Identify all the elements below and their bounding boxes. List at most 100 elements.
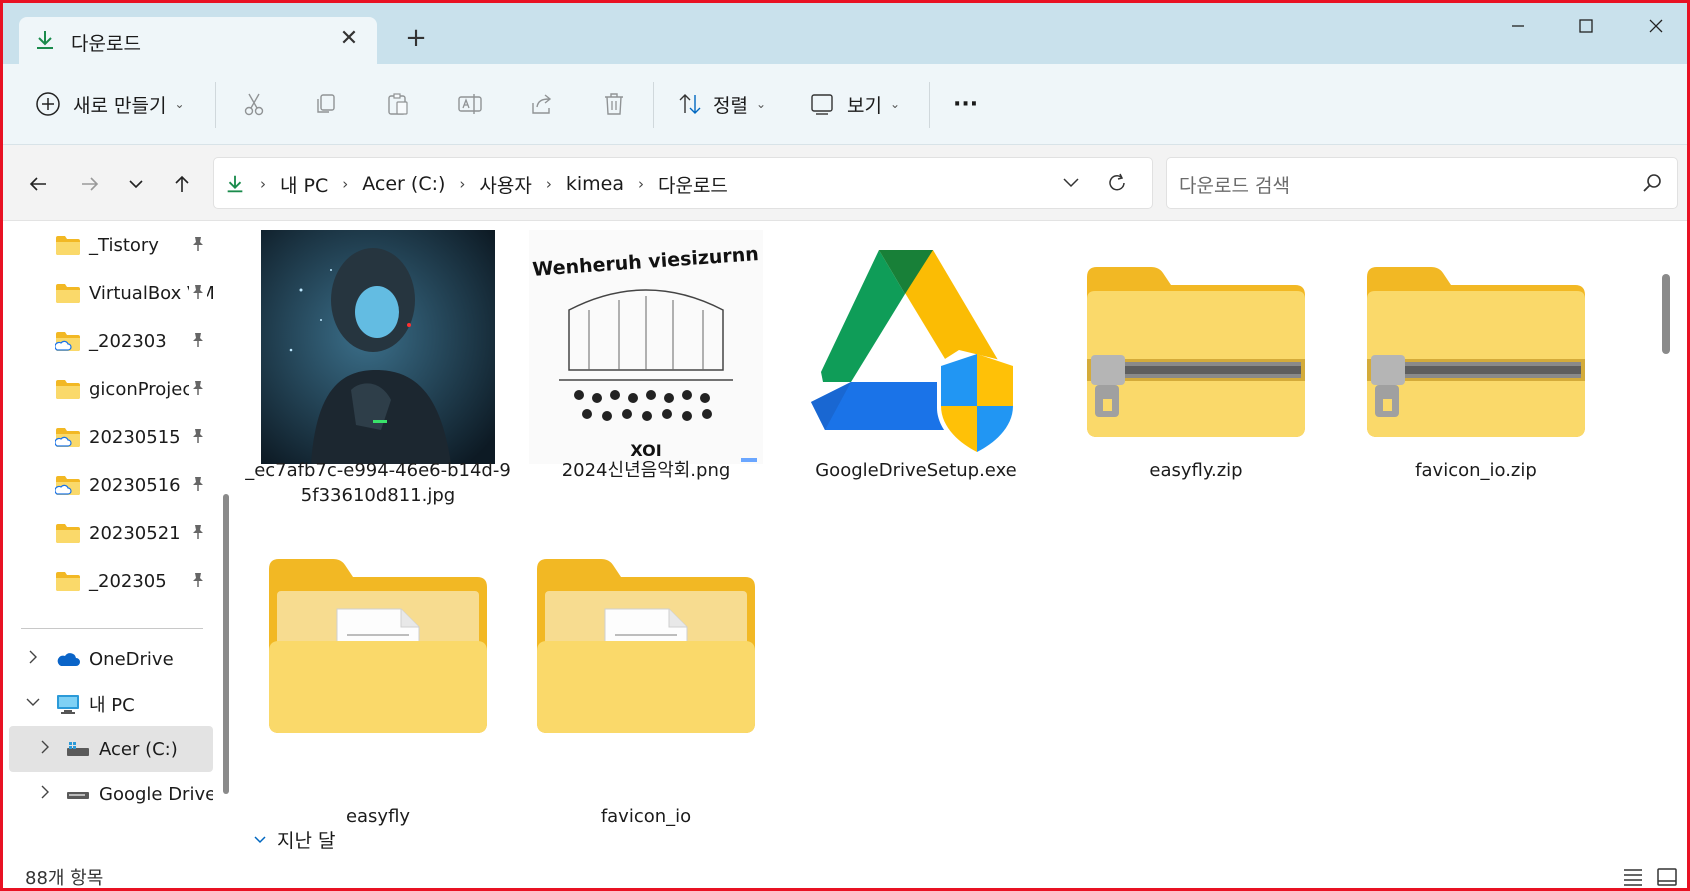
close-window-button[interactable]	[1633, 9, 1679, 45]
tab-close-button[interactable]: ✕	[335, 25, 363, 53]
new-tab-button[interactable]: +	[401, 23, 431, 53]
scrollbar-thumb[interactable]	[1662, 274, 1670, 354]
group-header-label: 지난 달	[277, 830, 336, 852]
sidebar-scrollbar[interactable]	[221, 222, 231, 858]
tab-downloads[interactable]: 다운로드 ✕	[19, 17, 377, 64]
sidebar-item-pinned-folder[interactable]: _202303	[9, 318, 213, 364]
paste-button[interactable]	[385, 86, 411, 122]
folder-icon	[56, 524, 80, 543]
drive-icon	[67, 742, 89, 756]
sidebar-item-drive-c[interactable]: Acer (C:)	[9, 726, 213, 772]
sidebar-item-pinned-folder[interactable]: 20230516	[9, 462, 213, 508]
pin-icon[interactable]	[189, 283, 207, 301]
chevron-down-icon	[254, 835, 266, 843]
pin-icon[interactable]	[189, 235, 207, 253]
large-icons-view-icon[interactable]	[1655, 866, 1679, 888]
new-button[interactable]: 새로 만들기 ⌄	[35, 86, 185, 122]
address-bar[interactable]: › 내 PC › Acer (C:) › 사용자 › kimea › 다운로드	[213, 157, 1153, 209]
sidebar-item-label: 20230515	[89, 426, 181, 448]
more-options-button[interactable]: ···	[953, 86, 978, 122]
chevron-right-icon[interactable]	[37, 739, 53, 755]
maximize-button[interactable]	[1563, 9, 1609, 45]
chevron-right-icon[interactable]	[37, 784, 53, 800]
close-icon	[1649, 19, 1663, 33]
scrollbar-thumb[interactable]	[223, 494, 229, 794]
copy-button[interactable]	[313, 86, 339, 122]
sidebar-item-pinned-folder[interactable]: VirtualBox VMs	[9, 270, 213, 316]
navigation-pane: OneDrive 내 PC Acer (C:) Google Drive _Ti…	[3, 222, 235, 860]
group-header-last-month[interactable]: 지난 달	[253, 826, 335, 853]
sidebar-item-pinned-folder[interactable]: _202305	[9, 558, 213, 604]
sidebar-item-pinned-folder[interactable]: giconProject	[9, 366, 213, 412]
content-scrollbar[interactable]	[1659, 222, 1673, 860]
sidebar-item-label: 내 PC	[89, 695, 135, 716]
divider	[215, 82, 216, 128]
cloud-folder-icon	[55, 476, 80, 495]
pin-icon[interactable]	[189, 571, 207, 589]
back-button[interactable]	[21, 167, 55, 201]
sidebar-item-label: Acer (C:)	[99, 738, 178, 760]
google-drive-setup-icon	[811, 250, 1017, 458]
breadcrumb-item-downloads[interactable]: 다운로드	[658, 171, 728, 198]
chevron-right-icon[interactable]	[25, 649, 41, 665]
pin-icon[interactable]	[189, 427, 207, 445]
sidebar-item-label: _202303	[89, 330, 167, 352]
tab-title: 다운로드	[71, 33, 141, 55]
view-button[interactable]: 보기 ⌄	[809, 86, 900, 122]
minimize-button[interactable]	[1495, 9, 1541, 45]
cloud-folder-icon	[55, 428, 80, 447]
zip-folder-icon	[1367, 267, 1585, 437]
forward-button[interactable]	[73, 167, 107, 201]
folder-icon	[56, 572, 80, 591]
search-input[interactable]: 다운로드 검색	[1166, 157, 1678, 209]
address-history-chevron-icon[interactable]	[1062, 176, 1080, 190]
up-button[interactable]	[165, 167, 199, 201]
folder-icon	[269, 559, 487, 733]
pin-icon[interactable]	[189, 379, 207, 397]
sidebar-item-pinned-folder[interactable]: 20230521	[9, 510, 213, 556]
computer-icon	[57, 695, 79, 714]
minimize-icon	[1512, 25, 1524, 27]
details-view-icon[interactable]	[1621, 866, 1645, 888]
chevron-down-icon	[129, 180, 143, 189]
title-bar: 다운로드 ✕ +	[3, 3, 1687, 64]
delete-button[interactable]	[601, 86, 627, 122]
sidebar-item-label: _202305	[89, 570, 167, 592]
rename-button[interactable]	[457, 86, 483, 122]
sidebar-item-label: Google Drive (G:)	[99, 783, 213, 805]
breadcrumb: › 내 PC › Acer (C:) › 사용자 › kimea › 다운로드	[224, 158, 728, 210]
sidebar-item-label: 20230516	[89, 474, 181, 496]
pin-icon[interactable]	[189, 523, 207, 541]
breadcrumb-item-drive[interactable]: Acer (C:)	[362, 173, 445, 195]
pin-icon[interactable]	[189, 475, 207, 493]
folder-icon	[537, 559, 755, 733]
copy-icon	[317, 94, 335, 113]
chevron-down-icon[interactable]	[25, 694, 41, 710]
sidebar-item-this-pc[interactable]: 내 PC	[9, 681, 213, 727]
breadcrumb-item-this-pc[interactable]: 내 PC	[280, 171, 328, 198]
cloud-folder-icon	[55, 332, 80, 351]
file-name: GoogleDriveSetup.exe	[815, 460, 1017, 481]
breadcrumb-item-user[interactable]: kimea	[566, 173, 624, 195]
file-thumbnail	[511, 522, 781, 772]
sidebar-item-google-drive[interactable]: Google Drive (G:)	[9, 771, 213, 817]
cut-button[interactable]	[241, 86, 267, 122]
file-view: _ec7afb7c-e994-46e6-b14d-95f33610d811.jp…	[235, 222, 1677, 860]
sort-label: 정렬	[713, 94, 748, 117]
sidebar-item-pinned-folder[interactable]: 20230515	[9, 414, 213, 460]
explorer-window: 다운로드 ✕ + 새로 만들기 ⌄ 정렬 ⌄ 보기 ⌄ ··· › 내 PC ›…	[0, 0, 1690, 891]
recent-locations-button[interactable]	[119, 167, 153, 201]
share-button[interactable]	[529, 86, 555, 122]
pin-icon[interactable]	[189, 331, 207, 349]
refresh-icon[interactable]	[1106, 172, 1128, 194]
paste-icon	[388, 93, 408, 115]
file-name: _ec7afb7c-e994-46e6-b14d-95f33610d811.jp…	[245, 460, 511, 506]
share-icon	[532, 94, 552, 114]
divider	[653, 82, 654, 128]
breadcrumb-item-users[interactable]: 사용자	[479, 171, 531, 198]
sidebar-item-pinned-folder[interactable]: _Tistory	[9, 222, 213, 268]
sidebar-item-label: 20230521	[89, 522, 181, 544]
sort-button[interactable]: 정렬 ⌄	[677, 86, 766, 122]
chevron-down-icon: ⌄	[889, 97, 901, 111]
sidebar-item-onedrive[interactable]: OneDrive	[9, 636, 213, 682]
